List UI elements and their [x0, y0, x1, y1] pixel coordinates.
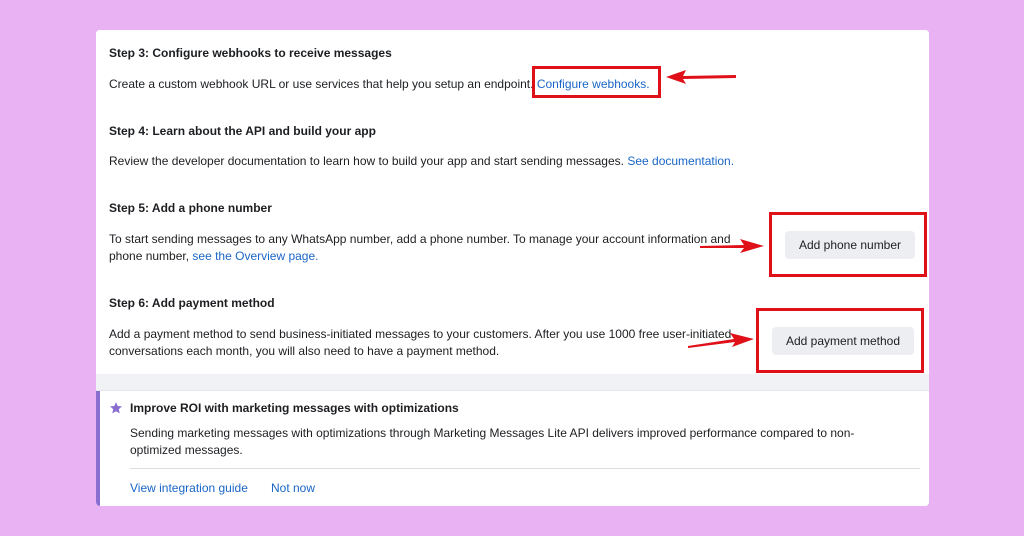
step-6-text-line-2: conversations each month, you will also …	[109, 344, 500, 358]
arrow-icon-phone	[700, 239, 764, 253]
step-3-title: Step 3: Configure webhooks to receive me…	[109, 46, 392, 60]
step-3-section: Step 3: Configure webhooks to receive me…	[96, 30, 929, 108]
step-6-text-line-1: Add a payment method to send business-in…	[109, 327, 732, 341]
step-5-text-line-1: To start sending messages to any WhatsAp…	[109, 232, 731, 246]
step-6-description: Add a payment method to send business-in…	[109, 326, 759, 360]
step-4-description: Review the developer documentation to le…	[109, 153, 734, 170]
view-integration-guide-link[interactable]: View integration guide	[130, 481, 248, 495]
banner-description: Sending marketing messages with optimiza…	[130, 426, 855, 457]
step-4-text: Review the developer documentation to le…	[109, 154, 624, 168]
step-5-description: To start sending messages to any WhatsAp…	[109, 231, 759, 265]
overview-page-link[interactable]: see the Overview page.	[192, 249, 318, 263]
configure-webhooks-highlight	[532, 66, 661, 98]
see-documentation-link[interactable]: See documentation.	[627, 154, 734, 168]
marketing-optimization-banner: Improve ROI with marketing messages with…	[96, 390, 929, 506]
banner-title: Improve ROI with marketing messages with…	[130, 401, 459, 415]
star-icon	[110, 402, 122, 414]
banner-accent-bar	[96, 391, 100, 506]
add-payment-method-highlight	[756, 308, 924, 373]
not-now-link[interactable]: Not now	[271, 481, 315, 495]
step-4-section: Step 4: Learn about the API and build yo…	[96, 107, 929, 186]
arrow-icon-webhooks	[666, 70, 736, 84]
arrow-icon-payment	[688, 333, 754, 348]
banner-divider	[130, 468, 920, 469]
step-3-text: Create a custom webhook URL or use servi…	[109, 77, 534, 91]
section-spacer	[96, 374, 929, 390]
step-5-text-line-2: phone number,	[109, 249, 190, 263]
step-5-title: Step 5: Add a phone number	[109, 201, 272, 215]
step-4-title: Step 4: Learn about the API and build yo…	[109, 124, 376, 138]
step-6-title: Step 6: Add payment method	[109, 296, 275, 310]
add-phone-number-highlight	[769, 212, 927, 277]
